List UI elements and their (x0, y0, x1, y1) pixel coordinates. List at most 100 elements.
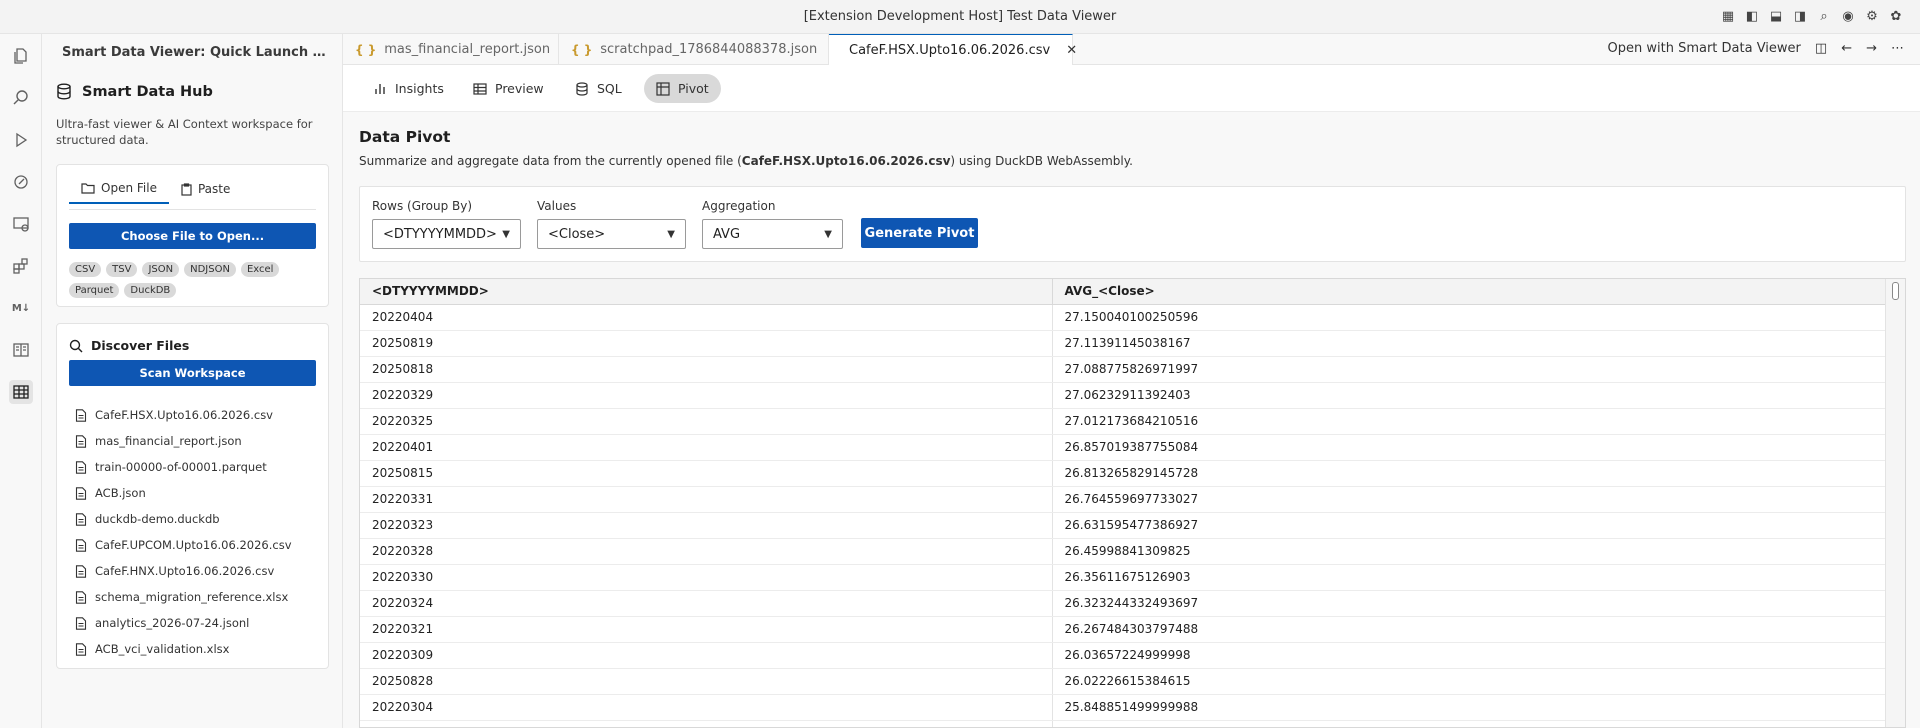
toggle-primary-sidebar-icon[interactable]: ◧ (1744, 8, 1760, 24)
scrollbar-thumb[interactable] (1892, 282, 1899, 300)
tab-open-file-label: Open File (101, 181, 157, 195)
arrow-left-icon[interactable]: ← (1841, 41, 1852, 56)
file-list-item[interactable]: CafeF.UPCOM.Upto16.06.2026.csv (75, 532, 292, 558)
chevron-down-icon: ▼ (824, 228, 832, 240)
activity-bar: M↓ (0, 34, 42, 728)
file-list-item[interactable]: CafeF.HSX.Upto16.06.2026.csv (75, 402, 292, 428)
rows-select[interactable]: <DTYYYYMMDD> ▼ (372, 219, 521, 249)
table-cell: 26.267484303797488 (1052, 616, 1886, 643)
file-name: ACB_vci_validation.xlsx (95, 642, 230, 656)
search-icon[interactable]: ⌕ (1816, 8, 1832, 24)
format-chip: Excel (240, 262, 280, 277)
file-name: CafeF.UPCOM.Upto16.06.2026.csv (95, 538, 292, 552)
arrow-right-icon[interactable]: → (1866, 41, 1877, 56)
file-list-item[interactable]: CafeF.HNX.Upto16.06.2026.csv (75, 558, 292, 584)
table-row: 20220330 26.35611675126903 (360, 564, 1886, 591)
table-cell: 26.45998841309825 (1052, 538, 1886, 565)
tab-insights[interactable]: Insights (361, 74, 456, 103)
table-cell: 27.150040100250596 (1052, 304, 1886, 331)
table-cell: 26.857019387755084 (1052, 434, 1886, 461)
file-list-item[interactable]: duckdb-demo.duckdb (75, 506, 292, 532)
explorer-icon[interactable] (9, 44, 33, 68)
editor-tab-mas-financial-report[interactable]: { } mas_financial_report.json (343, 34, 559, 65)
remote-explorer-icon[interactable] (9, 212, 33, 236)
tab-open-file[interactable]: Open File (69, 181, 169, 204)
rocket-icon[interactable] (9, 170, 33, 194)
extensions-icon[interactable] (9, 254, 33, 278)
close-icon[interactable]: ✕ (1066, 43, 1077, 58)
file-name: CafeF.HNX.Upto16.06.2026.csv (95, 564, 275, 578)
gear-icon[interactable]: ⚙ (1864, 8, 1880, 24)
file-name: schema_migration_reference.xlsx (95, 590, 289, 604)
open-with-smart-data-viewer-button[interactable]: Open with Smart Data Viewer (1608, 41, 1801, 56)
column-header[interactable]: AVG_<Close> (1052, 279, 1886, 305)
editor-tab-label: mas_financial_report.json (384, 42, 551, 57)
markdown-icon[interactable]: M↓ (9, 296, 33, 320)
pivot-result-table: <DTYYYYMMDD> AVG_<Close> 20220404 27.1500… (359, 278, 1906, 728)
column-header[interactable]: <DTYYYYMMDD> (360, 279, 1053, 305)
tab-preview-label: Preview (495, 81, 544, 96)
choose-file-button[interactable]: Choose File to Open... (69, 223, 316, 249)
accounts-icon[interactable]: ✿ (1888, 8, 1904, 24)
tab-preview[interactable]: Preview (461, 74, 556, 103)
values-control: Values <Close> ▼ (537, 199, 686, 249)
table-cell: 20220321 (360, 616, 1053, 643)
toggle-panel-icon[interactable]: ⬓ (1768, 8, 1784, 24)
table-row: 20220401 26.857019387755084 (360, 434, 1886, 461)
tab-paste[interactable]: Paste (169, 181, 242, 204)
file-icon (75, 564, 87, 578)
editor-tab-cafef-hsx[interactable]: CafeF.HSX.Upto16.06.2026.csv ✕ (829, 34, 1077, 65)
search-icon[interactable] (9, 86, 33, 110)
rows-control: Rows (Group By) <DTYYYYMMDD> ▼ (372, 199, 521, 249)
hub-description: Ultra-fast viewer & AI Context workspace… (56, 117, 313, 147)
vertical-scrollbar[interactable] (1885, 279, 1905, 727)
smart-data-viewer-icon[interactable] (9, 380, 33, 404)
values-select-value: <Close> (548, 226, 606, 242)
discover-title: Discover Files (69, 338, 189, 353)
values-select[interactable]: <Close> ▼ (537, 219, 686, 249)
tab-sql[interactable]: SQL (563, 74, 634, 103)
table-cell: 26.631595477386927 (1052, 512, 1886, 539)
tab-insights-label: Insights (395, 81, 444, 96)
file-list-item[interactable]: analytics_2026-07-24.jsonl (75, 610, 292, 636)
more-actions-icon[interactable]: ⋯ (1891, 41, 1904, 56)
format-chip: TSV (106, 262, 138, 277)
editor-tab-label: scratchpad_1786844088378.json (600, 42, 818, 57)
toggle-secondary-sidebar-icon[interactable]: ◨ (1792, 8, 1808, 24)
json-file-icon: { } (571, 42, 593, 57)
database-icon (57, 83, 71, 100)
table-cell: 20220323 (360, 512, 1053, 539)
aggregation-select[interactable]: AVG ▼ (702, 219, 843, 249)
values-label: Values (537, 199, 577, 213)
copilot-icon[interactable]: ◉ (1840, 8, 1856, 24)
table-cell: 20250815 (360, 460, 1053, 487)
file-list-item[interactable]: train-00000-of-00001.parquet (75, 454, 292, 480)
table-cell (1052, 720, 1886, 727)
table-cell: 26.35611675126903 (1052, 564, 1886, 591)
layout-icon[interactable]: ▦ (1720, 8, 1736, 24)
discover-files-card: Discover Files Scan Workspace CafeF.HSX.… (56, 323, 329, 669)
sidebar-header: Smart Data Viewer: Quick Launch & Scratc… (62, 45, 337, 60)
tab-pivot[interactable]: Pivot (644, 74, 721, 103)
file-list-item[interactable]: ACB.json (75, 480, 292, 506)
chevron-down-icon: ▼ (667, 228, 675, 240)
file-list-item[interactable]: schema_migration_reference.xlsx (75, 584, 292, 610)
generate-pivot-button[interactable]: Generate Pivot (861, 218, 978, 248)
file-list-item[interactable]: mas_financial_report.json (75, 428, 292, 454)
aggregation-select-value: AVG (713, 226, 741, 242)
file-list-item[interactable]: ACB_vci_validation.xlsx (75, 636, 292, 662)
title-bar-controls: ▦ ◧ ⬓ ◨ ⌕ ◉ ⚙ ✿ (1720, 8, 1904, 24)
format-chips: CSV TSV JSON NDJSON Excel Parquet DuckDB (69, 262, 319, 298)
table-cell: 20250819 (360, 330, 1053, 357)
hub-title: Smart Data Hub (56, 83, 213, 100)
book-icon[interactable] (9, 338, 33, 362)
tab-pivot-label: Pivot (678, 81, 709, 96)
split-editor-icon[interactable]: ◫ (1815, 41, 1827, 56)
scan-workspace-button[interactable]: Scan Workspace (69, 360, 316, 386)
table-cell: 20220309 (360, 642, 1053, 669)
editor-tab-scratchpad[interactable]: { } scratchpad_1786844088378.json (559, 34, 829, 65)
run-debug-icon[interactable] (9, 128, 33, 152)
table-cell: 20220329 (360, 382, 1053, 409)
description-suffix: ) using DuckDB WebAssembly. (950, 154, 1133, 168)
table-cell: 20220325 (360, 408, 1053, 435)
